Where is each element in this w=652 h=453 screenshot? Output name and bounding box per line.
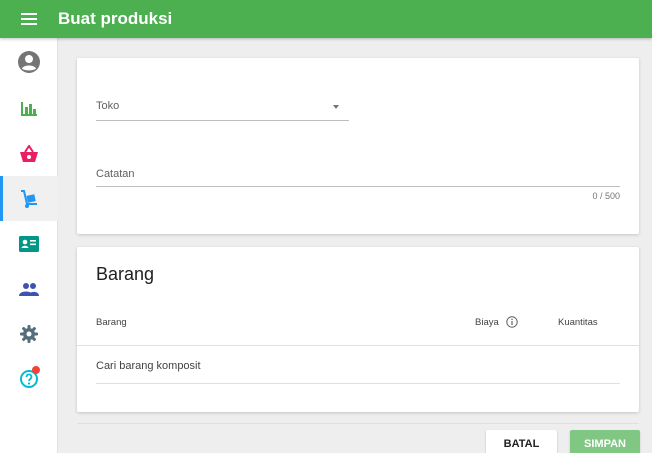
toko-select[interactable]: Toko xyxy=(96,94,349,122)
composite-item-search[interactable]: Cari barang komposit xyxy=(96,353,620,385)
sidebar-item-inventory[interactable] xyxy=(0,176,58,221)
section-title: Barang xyxy=(96,264,155,284)
catatan-underline xyxy=(96,186,620,187)
sidebar-item-sales[interactable] xyxy=(0,131,58,176)
footer-divider xyxy=(77,423,639,424)
sidebar-item-contacts[interactable] xyxy=(0,221,58,266)
catatan-label: Catatan xyxy=(96,168,135,180)
items-card: Barang Barang Biaya Kuantitas Cari baran… xyxy=(77,247,639,412)
table-header-divider xyxy=(77,345,639,346)
sidebar xyxy=(0,38,58,453)
catatan-counter: 0 / 500 xyxy=(592,191,620,201)
sidebar-item-employees[interactable] xyxy=(0,266,58,311)
dolly-icon xyxy=(21,189,37,208)
toko-label: Toko xyxy=(96,100,120,112)
account-circle-icon xyxy=(18,51,40,73)
search-underline xyxy=(96,383,620,384)
page-title: Buat produksi xyxy=(58,9,173,28)
people-icon xyxy=(19,282,39,296)
gear-icon xyxy=(20,324,38,343)
basket-icon xyxy=(20,144,38,162)
menu-button[interactable] xyxy=(0,0,58,38)
sidebar-item-settings[interactable] xyxy=(0,311,58,356)
cancel-button[interactable]: BATAL xyxy=(486,430,557,453)
sidebar-item-reports[interactable] xyxy=(0,86,58,131)
sidebar-item-help[interactable] xyxy=(0,356,58,401)
notification-badge xyxy=(32,366,40,374)
sidebar-item-account[interactable] xyxy=(0,38,58,86)
save-button[interactable]: SIMPAN xyxy=(570,430,640,453)
column-header-biaya: Biaya xyxy=(475,317,499,328)
production-form-card: Toko Catatan 0 / 500 xyxy=(77,58,639,234)
composite-item-search-placeholder: Cari barang komposit xyxy=(96,360,201,372)
menu-icon xyxy=(21,13,37,25)
app-bar: Buat produksi xyxy=(0,0,652,38)
bar-chart-icon xyxy=(21,101,37,116)
id-card-icon xyxy=(19,235,39,252)
chevron-down-icon xyxy=(333,105,339,109)
info-icon[interactable] xyxy=(506,316,518,328)
toko-underline xyxy=(96,120,349,121)
column-header-barang: Barang xyxy=(96,317,127,328)
catatan-field[interactable]: Catatan xyxy=(96,162,620,188)
column-header-kuantitas: Kuantitas xyxy=(558,317,598,328)
